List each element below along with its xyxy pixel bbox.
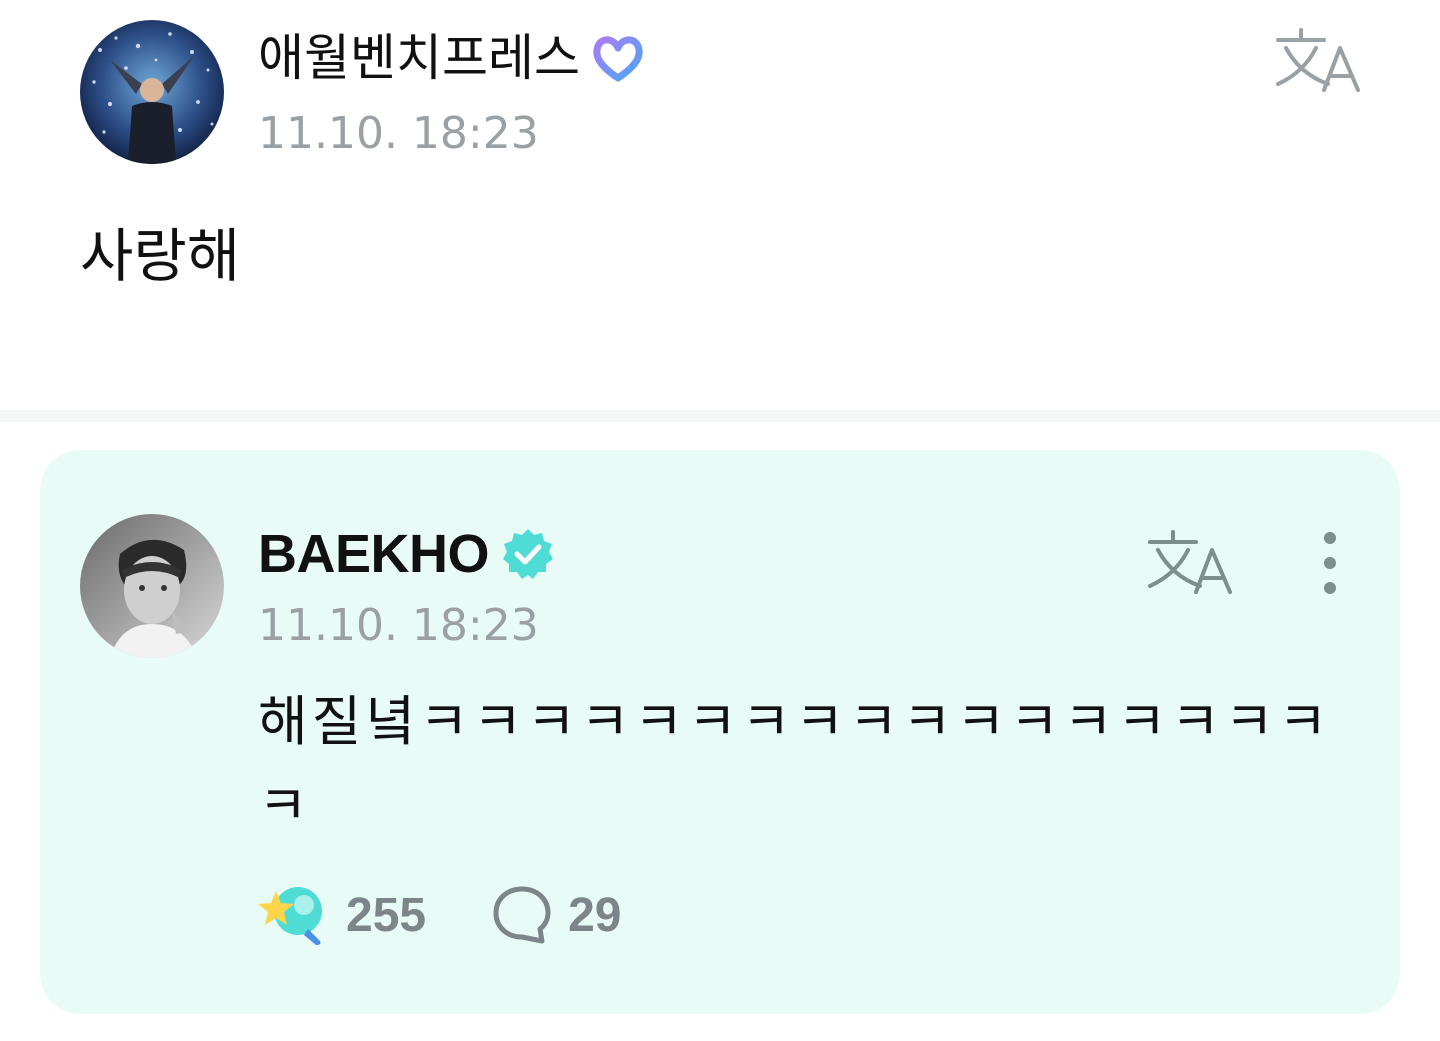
artist-reply-timestamp: 11.10. 18:23 xyxy=(258,600,539,651)
like-count: 255 xyxy=(346,888,427,942)
translate-icon[interactable] xyxy=(1274,26,1360,94)
fan-post-timestamp: 11.10. 18:23 xyxy=(258,108,539,159)
comment-count: 29 xyxy=(568,888,622,942)
verified-check-icon xyxy=(503,529,554,579)
artist-reply-card[interactable]: BAEKHO 11.10. 18:23 해질녘ㅋㅋㅋㅋㅋㅋㅋㅋㅋㅋㅋㅋㅋㅋㅋㅋㅋ… xyxy=(40,450,1400,1014)
reaction-bar: 255 29 xyxy=(258,880,621,950)
fan-avatar[interactable] xyxy=(80,20,224,164)
translate-icon[interactable] xyxy=(1146,528,1232,596)
comment-bubble-icon xyxy=(493,886,551,944)
more-vertical-icon[interactable] xyxy=(1312,530,1348,596)
fan-post-body: 사랑해 xyxy=(80,222,241,290)
artist-reply-body: 해질녘ㅋㅋㅋㅋㅋㅋㅋㅋㅋㅋㅋㅋㅋㅋㅋㅋㅋㅋ xyxy=(258,690,1332,837)
fan-heart-badge-icon xyxy=(593,36,643,82)
artist-author-name[interactable]: BAEKHO xyxy=(258,522,490,586)
artist-avatar[interactable] xyxy=(80,514,224,658)
comment-button[interactable]: 29 xyxy=(492,885,621,945)
star-wand-reaction-icon xyxy=(258,887,322,945)
weverse-post-page: 애월벤치프레스 11.10. 18:23 사랑해 BAEKHO 11.10. 1… xyxy=(0,0,1440,1041)
artist-author-row: BAEKHO xyxy=(258,522,555,586)
fan-author-row: 애월벤치프레스 xyxy=(258,26,646,90)
fan-author-name[interactable]: 애월벤치프레스 xyxy=(258,26,580,90)
section-divider xyxy=(0,410,1440,422)
like-button[interactable]: 255 xyxy=(258,883,426,947)
fan-post: 애월벤치프레스 11.10. 18:23 사랑해 xyxy=(0,0,1440,410)
